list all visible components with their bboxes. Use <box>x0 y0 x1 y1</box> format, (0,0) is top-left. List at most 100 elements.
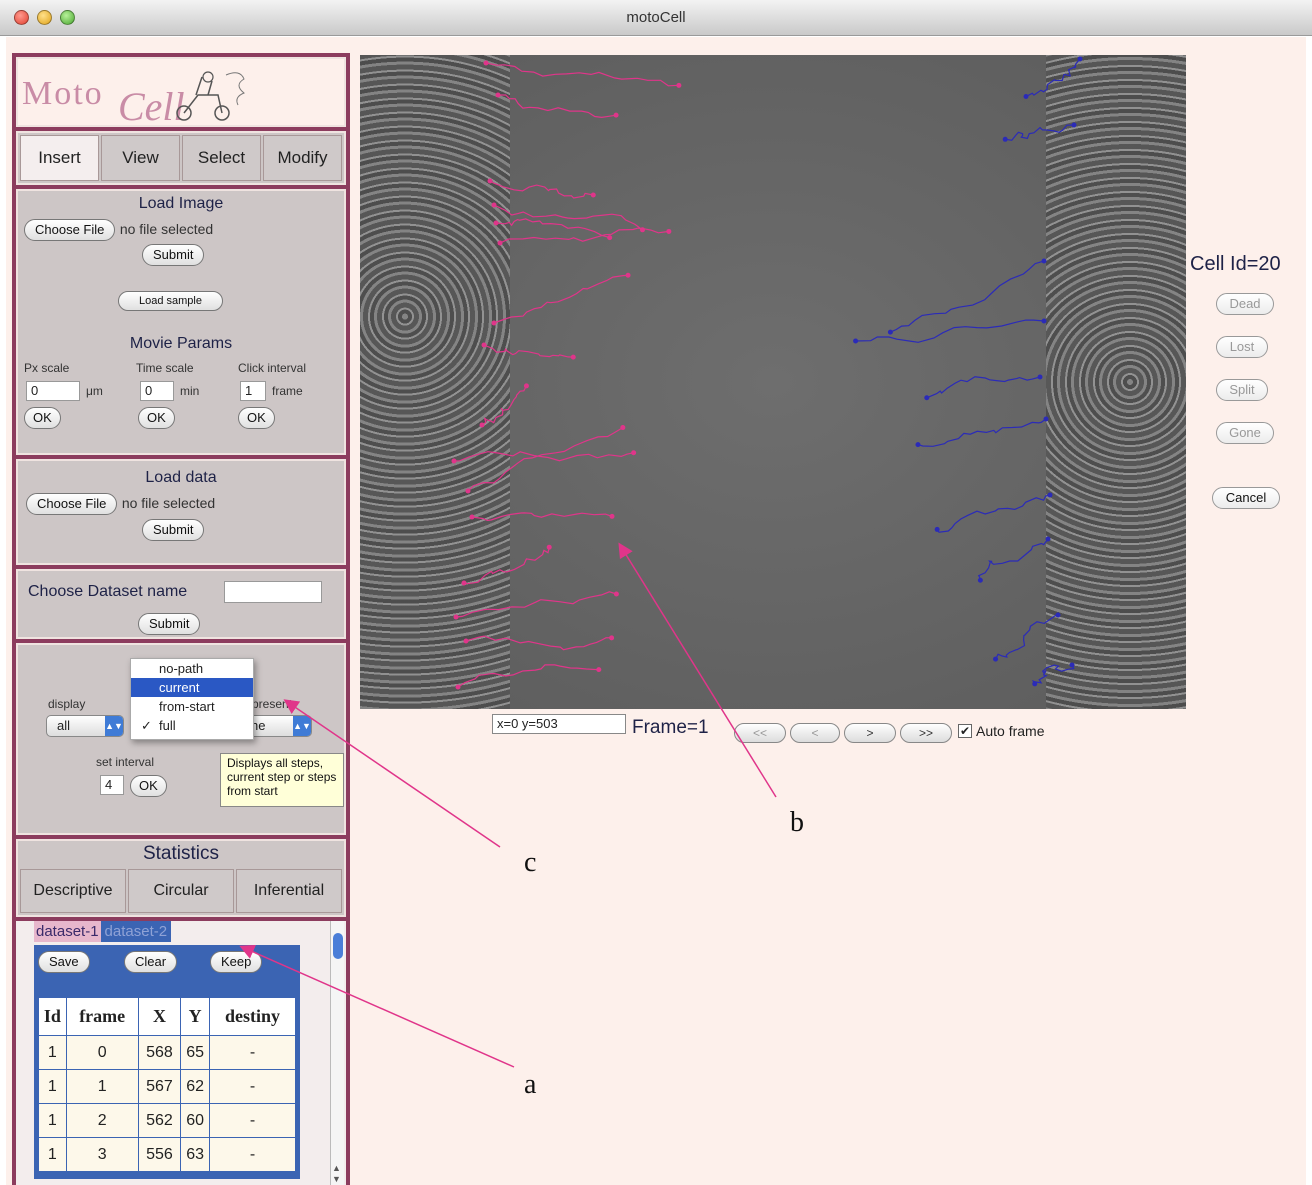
set-interval-input[interactable]: 4 <box>100 775 124 795</box>
table-row[interactable]: 1 1 567 62- <box>38 1069 296 1104</box>
submit-data-button[interactable]: Submit <box>142 519 205 541</box>
track-point[interactable] <box>934 526 940 532</box>
menu-item-full[interactable]: ✓ full <box>131 716 253 735</box>
left-cell-track[interactable] <box>463 547 550 585</box>
track-point[interactable] <box>1023 93 1029 99</box>
track-point[interactable] <box>463 638 469 644</box>
left-cell-track[interactable] <box>498 94 617 119</box>
track-point[interactable] <box>915 442 921 448</box>
right-cell-track[interactable] <box>936 494 1051 533</box>
track-point[interactable] <box>977 577 983 583</box>
track-point[interactable] <box>465 488 471 494</box>
set-interval-ok-button[interactable]: OK <box>130 775 167 797</box>
track-point[interactable] <box>924 395 930 401</box>
track-point[interactable] <box>609 513 615 519</box>
keep-dataset-button[interactable]: Keep <box>210 951 263 973</box>
track-point[interactable] <box>487 178 493 184</box>
left-cell-track[interactable] <box>465 635 612 651</box>
track-point[interactable] <box>609 635 615 641</box>
left-cell-track[interactable] <box>493 204 643 231</box>
menu-item-current[interactable]: current <box>131 678 253 697</box>
choose-image-file-button[interactable]: Choose File <box>24 219 116 241</box>
track-point[interactable] <box>613 112 619 118</box>
track-point[interactable] <box>1037 374 1043 380</box>
track-point[interactable] <box>479 422 485 428</box>
track-point[interactable] <box>853 338 859 344</box>
left-cell-track[interactable] <box>483 344 574 358</box>
track-point[interactable] <box>546 544 552 550</box>
track-point[interactable] <box>497 240 503 246</box>
track-point[interactable] <box>1002 136 1008 142</box>
auto-frame-checkbox[interactable]: ✔ <box>958 724 972 738</box>
track-point[interactable] <box>1041 318 1047 324</box>
scrollbar-thumb[interactable] <box>333 933 343 959</box>
submit-image-button[interactable]: Submit <box>142 244 205 266</box>
track-point[interactable] <box>1069 662 1075 668</box>
time-scale-ok-button[interactable]: OK <box>138 407 175 429</box>
track-point[interactable] <box>1043 416 1049 422</box>
right-cell-track[interactable] <box>1031 664 1075 685</box>
prev-frame-button[interactable]: < <box>790 723 840 743</box>
track-point[interactable] <box>590 192 596 198</box>
table-row[interactable]: 1 0 568 65- <box>38 1035 296 1070</box>
choose-data-file-button[interactable]: Choose File <box>26 493 118 515</box>
time-scale-input[interactable]: 0 <box>140 381 174 401</box>
coords-readout[interactable]: x=0 y=503 <box>492 714 626 734</box>
track-point[interactable] <box>491 320 497 326</box>
track-point[interactable] <box>469 514 475 520</box>
dataset-name-input[interactable] <box>224 581 322 603</box>
track-point[interactable] <box>483 60 489 66</box>
right-cell-track[interactable] <box>926 376 1041 399</box>
left-cell-track[interactable] <box>495 218 610 239</box>
right-cell-track[interactable] <box>1025 58 1081 98</box>
track-point[interactable] <box>607 235 613 241</box>
right-cell-track[interactable] <box>855 319 1045 343</box>
tab-inferential[interactable]: Inferential <box>236 869 342 913</box>
left-cell-track[interactable] <box>481 385 527 426</box>
track-point[interactable] <box>993 656 999 662</box>
track-point[interactable] <box>461 580 467 586</box>
track-point[interactable] <box>613 591 619 597</box>
tab-dataset-2[interactable]: dataset-2 <box>100 921 172 942</box>
track-point[interactable] <box>523 383 529 389</box>
cancel-button[interactable]: Cancel <box>1212 487 1280 509</box>
track-point[interactable] <box>455 684 461 690</box>
px-scale-ok-button[interactable]: OK <box>24 407 61 429</box>
display-select[interactable]: all ▲▼ <box>46 715 124 737</box>
left-cell-track[interactable] <box>493 274 629 324</box>
track-point[interactable] <box>481 342 487 348</box>
dead-button[interactable]: Dead <box>1216 293 1274 315</box>
track-point[interactable] <box>1045 536 1051 542</box>
microscopy-image[interactable] <box>360 55 1186 709</box>
track-point[interactable] <box>451 458 457 464</box>
right-cell-track[interactable] <box>917 418 1047 447</box>
track-point[interactable] <box>491 202 497 208</box>
left-cell-track[interactable] <box>485 62 679 87</box>
tab-modify[interactable]: Modify <box>263 135 342 181</box>
tab-circular[interactable]: Circular <box>128 869 234 913</box>
submit-dataset-name-button[interactable]: Submit <box>138 613 201 635</box>
left-cell-track[interactable] <box>455 591 617 618</box>
table-row[interactable]: 1 3 556 63- <box>38 1137 296 1172</box>
track-point[interactable] <box>1077 56 1083 62</box>
click-interval-ok-button[interactable]: OK <box>238 407 275 429</box>
track-point[interactable] <box>1047 492 1053 498</box>
track-point[interactable] <box>620 425 626 431</box>
track-point[interactable] <box>596 667 602 673</box>
track-point[interactable] <box>570 354 576 360</box>
table-scrollbar[interactable]: ▲ ▼ <box>330 921 344 1185</box>
last-frame-button[interactable]: >> <box>900 723 952 743</box>
track-point[interactable] <box>676 82 682 88</box>
gone-button[interactable]: Gone <box>1216 422 1274 444</box>
first-frame-button[interactable]: << <box>734 723 786 743</box>
left-cell-track[interactable] <box>489 180 594 199</box>
track-point[interactable] <box>625 272 631 278</box>
scroll-up-icon[interactable]: ▲ <box>332 1163 341 1173</box>
right-cell-track[interactable] <box>1005 124 1075 141</box>
left-cell-track[interactable] <box>453 451 634 462</box>
left-cell-track[interactable] <box>467 427 624 492</box>
px-scale-input[interactable]: 0 <box>26 381 80 401</box>
track-point[interactable] <box>1055 612 1061 618</box>
clear-dataset-button[interactable]: Clear <box>124 951 178 973</box>
tab-dataset-1[interactable]: dataset-1 <box>34 921 101 942</box>
